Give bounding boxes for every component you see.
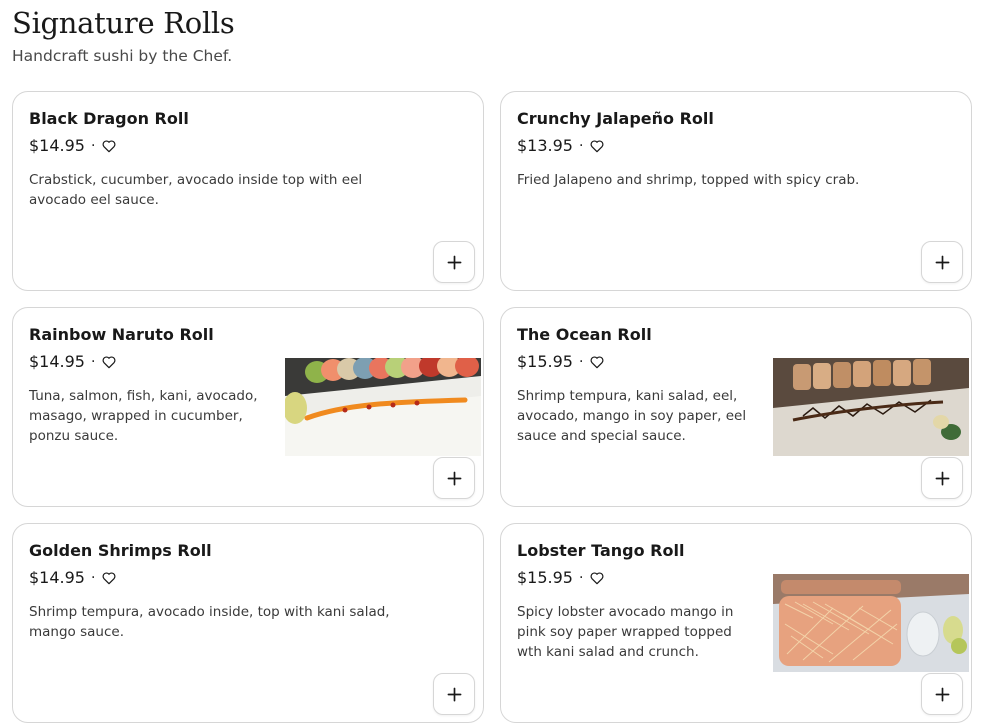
menu-item-name: Golden Shrimps Roll xyxy=(29,541,212,560)
menu-item-card[interactable]: Crunchy Jalapeño Roll $13.95 · Fried Jal… xyxy=(500,91,972,291)
heart-outline-icon[interactable] xyxy=(589,138,605,154)
add-item-button[interactable] xyxy=(921,673,963,715)
add-item-button[interactable] xyxy=(433,457,475,499)
plus-icon xyxy=(447,471,461,485)
menu-item-card[interactable]: The Ocean Roll $15.95 · Shrimp tempura, … xyxy=(500,307,972,507)
add-item-button[interactable] xyxy=(433,241,475,283)
menu-item-name: Black Dragon Roll xyxy=(29,109,189,128)
menu-item-price-row: $15.95 · xyxy=(517,352,605,371)
heart-outline-icon[interactable] xyxy=(101,138,117,154)
add-item-button[interactable] xyxy=(921,457,963,499)
menu-item-name: Lobster Tango Roll xyxy=(517,541,685,560)
menu-item-price-row: $15.95 · xyxy=(517,568,605,587)
menu-item-price-row: $13.95 · xyxy=(517,136,605,155)
menu-item-description: Shrimp tempura, kani salad, eel, avocado… xyxy=(517,388,747,444)
menu-item-description: Tuna, salmon, fish, kani, avocado, masag… xyxy=(29,388,258,444)
menu-item-name: Rainbow Naruto Roll xyxy=(29,325,214,344)
section-title: Signature Rolls xyxy=(12,6,235,40)
plus-icon xyxy=(447,687,461,701)
heart-outline-icon[interactable] xyxy=(589,354,605,370)
menu-item-name: The Ocean Roll xyxy=(517,325,652,344)
menu-item-card[interactable]: Lobster Tango Roll $15.95 · Spicy lobste… xyxy=(500,523,972,723)
menu-item-card[interactable]: Golden Shrimps Roll $14.95 · Shrimp temp… xyxy=(12,523,484,723)
menu-item-description: Crabstick, cucumber, avocado inside top … xyxy=(29,172,363,208)
heart-outline-icon[interactable] xyxy=(101,570,117,586)
add-item-button[interactable] xyxy=(921,241,963,283)
separator: · xyxy=(90,353,96,370)
menu-item-card[interactable]: Black Dragon Roll $14.95 · Crabstick, cu… xyxy=(12,91,484,291)
menu-item-price: $15.95 xyxy=(517,352,573,371)
section-subtitle: Handcraft sushi by the Chef. xyxy=(12,47,233,65)
separator: · xyxy=(578,569,584,586)
separator: · xyxy=(90,137,96,154)
menu-item-photo xyxy=(773,574,969,672)
heart-outline-icon[interactable] xyxy=(101,354,117,370)
menu-item-price-row: $14.95 · xyxy=(29,136,117,155)
menu-item-price: $15.95 xyxy=(517,568,573,587)
menu-item-price: $14.95 xyxy=(29,136,85,155)
plus-icon xyxy=(935,255,949,269)
menu-item-photo xyxy=(285,358,481,456)
separator: · xyxy=(578,353,584,370)
plus-icon xyxy=(935,471,949,485)
menu-item-name: Crunchy Jalapeño Roll xyxy=(517,109,714,128)
menu-item-description: Fried Jalapeno and shrimp, topped with s… xyxy=(517,172,860,188)
menu-item-description: Shrimp tempura, avocado inside, top with… xyxy=(29,604,390,640)
menu-item-price: $13.95 xyxy=(517,136,573,155)
plus-icon xyxy=(447,255,461,269)
menu-item-description: Spicy lobster avocado mango in pink soy … xyxy=(517,604,734,660)
add-item-button[interactable] xyxy=(433,673,475,715)
plus-icon xyxy=(935,687,949,701)
separator: · xyxy=(90,569,96,586)
menu-item-price-row: $14.95 · xyxy=(29,352,117,371)
heart-outline-icon[interactable] xyxy=(589,570,605,586)
menu-item-price: $14.95 xyxy=(29,568,85,587)
menu-item-price: $14.95 xyxy=(29,352,85,371)
menu-item-photo xyxy=(773,358,969,456)
menu-item-price-row: $14.95 · xyxy=(29,568,117,587)
menu-item-card[interactable]: Rainbow Naruto Roll $14.95 · Tuna, salmo… xyxy=(12,307,484,507)
separator: · xyxy=(578,137,584,154)
